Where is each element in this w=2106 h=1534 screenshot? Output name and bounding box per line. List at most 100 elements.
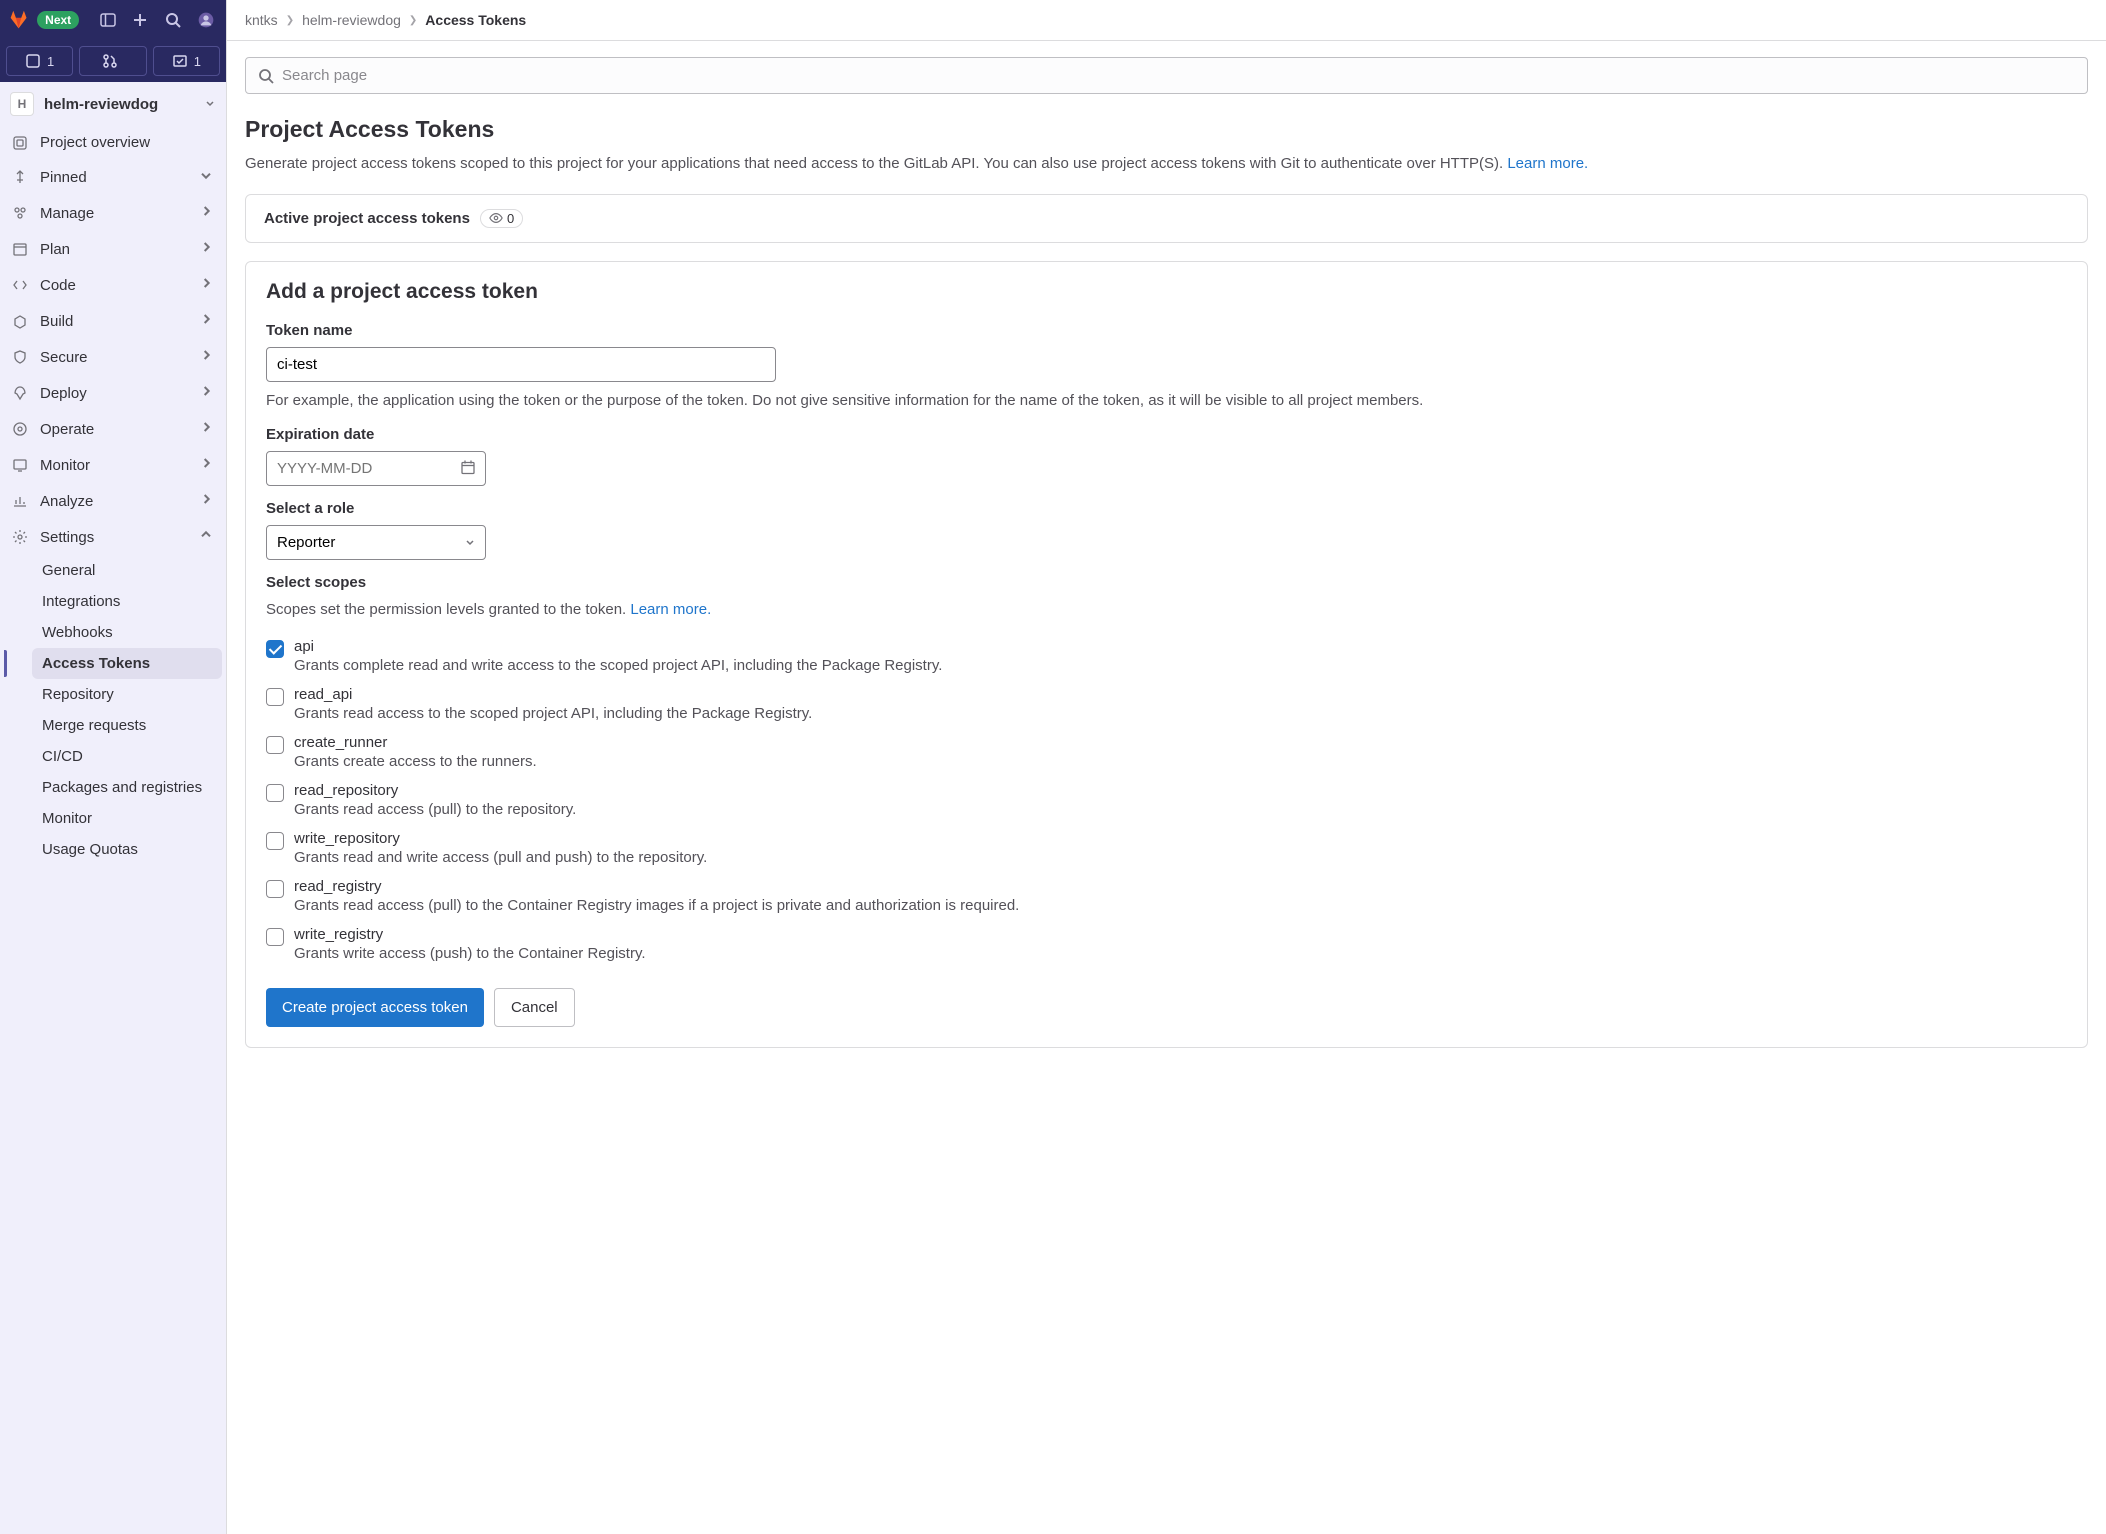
sidebar-item-cicd[interactable]: CI/CD (32, 741, 222, 772)
chevron-right-icon (198, 419, 214, 439)
scope-checkbox[interactable] (266, 880, 284, 898)
sidebar-item-integrations[interactable]: Integrations (32, 586, 222, 617)
sidebar-item-merge-requests[interactable]: Merge requests (32, 710, 222, 741)
chevron-right-icon (198, 491, 214, 511)
sidebar-item-overview[interactable]: Project overview (4, 126, 222, 159)
scope-name: create_runner (294, 734, 537, 751)
calendar-icon[interactable] (460, 459, 476, 478)
issues-count: 1 (47, 54, 54, 69)
breadcrumb-project[interactable]: helm-reviewdog (302, 12, 401, 28)
search-input[interactable] (282, 67, 2075, 84)
todos-counter[interactable]: 1 (153, 46, 220, 76)
scope-description: Grants create access to the runners. (294, 753, 537, 770)
chevron-up-icon (198, 527, 214, 547)
sidebar-item-general[interactable]: General (32, 555, 222, 586)
scope-checkbox[interactable] (266, 784, 284, 802)
role-label: Select a role (266, 500, 2067, 517)
sidebar-item-analyze[interactable]: Analyze (4, 483, 222, 519)
chevron-right-icon: ❯ (409, 15, 417, 26)
scope-checkbox[interactable] (266, 640, 284, 658)
form-title: Add a project access token (266, 280, 2067, 304)
scope-checkbox[interactable] (266, 736, 284, 754)
project-name: helm-reviewdog (44, 96, 194, 113)
scopes-help: Scopes set the permission levels granted… (266, 599, 2067, 622)
chevron-down-icon (198, 167, 214, 187)
expiration-input[interactable] (266, 451, 486, 486)
sidebar: Next 1 1 H helm-reviewdog Project overvi… (0, 0, 227, 1534)
page-title: Project Access Tokens (245, 116, 2088, 143)
active-tokens-count: 0 (507, 211, 514, 226)
sidebar-item-monitor[interactable]: Monitor (4, 447, 222, 483)
active-tokens-panel: Active project access tokens 0 (245, 194, 2088, 243)
gitlab-logo-icon[interactable] (8, 8, 29, 32)
active-tokens-count-chip: 0 (480, 209, 523, 228)
sidebar-item-plan[interactable]: Plan (4, 231, 222, 267)
sidebar-item-operate[interactable]: Operate (4, 411, 222, 447)
scope-name: api (294, 638, 942, 655)
learn-more-link[interactable]: Learn more. (1507, 155, 1588, 172)
sidebar-item-secure[interactable]: Secure (4, 339, 222, 375)
scope-row: write_registry Grants write access (push… (266, 920, 2067, 968)
sidebar-item-label: Settings (40, 529, 186, 546)
scope-name: read_api (294, 686, 812, 703)
sidebar-item-code[interactable]: Code (4, 267, 222, 303)
scope-name: read_repository (294, 782, 576, 799)
scope-description: Grants write access (push) to the Contai… (294, 945, 646, 962)
breadcrumb-current: Access Tokens (425, 12, 526, 28)
sidebar-item-manage[interactable]: Manage (4, 195, 222, 231)
breadcrumb: kntks ❯ helm-reviewdog ❯ Access Tokens (227, 0, 2106, 41)
sidebar-item-settings[interactable]: Settings (4, 519, 222, 555)
plus-icon[interactable] (128, 6, 153, 34)
chevron-right-icon (198, 347, 214, 367)
create-token-button[interactable]: Create project access token (266, 988, 484, 1027)
sidebar-item-repository[interactable]: Repository (32, 679, 222, 710)
cancel-button[interactable]: Cancel (494, 988, 575, 1027)
mr-counter[interactable] (79, 46, 146, 76)
scope-name: write_registry (294, 926, 646, 943)
scope-checkbox[interactable] (266, 688, 284, 706)
role-select[interactable]: Reporter (266, 525, 486, 560)
scope-checkbox[interactable] (266, 832, 284, 850)
scope-row: read_api Grants read access to the scope… (266, 680, 2067, 728)
sidebar-item-pinned[interactable]: Pinned (4, 159, 222, 195)
token-name-label: Token name (266, 322, 2067, 339)
eye-icon (489, 211, 503, 225)
sidebar-item-label: Code (40, 277, 186, 294)
scope-row: api Grants complete read and write acces… (266, 632, 2067, 680)
project-avatar: H (10, 92, 34, 116)
issues-counter[interactable]: 1 (6, 46, 73, 76)
nav: Project overview Pinned Manage Plan Code… (0, 126, 226, 865)
avatar-icon[interactable] (193, 6, 218, 34)
active-tokens-header[interactable]: Active project access tokens 0 (246, 195, 2087, 242)
page-search[interactable] (245, 57, 2088, 94)
sidebar-item-deploy[interactable]: Deploy (4, 375, 222, 411)
active-tokens-title: Active project access tokens (264, 210, 470, 227)
sidebar-item-label: Secure (40, 349, 186, 366)
scope-description: Grants read access (pull) to the reposit… (294, 801, 576, 818)
token-name-input[interactable] (266, 347, 776, 382)
scope-description: Grants read access to the scoped project… (294, 705, 812, 722)
sidebar-toggle-icon[interactable] (95, 6, 120, 34)
todos-count: 1 (194, 54, 201, 69)
sidebar-item-access-tokens[interactable]: Access Tokens (32, 648, 222, 679)
scopes-learn-more-link[interactable]: Learn more. (630, 601, 711, 618)
scope-description: Grants read access (pull) to the Contain… (294, 897, 1019, 914)
scope-checkbox[interactable] (266, 928, 284, 946)
project-header[interactable]: H helm-reviewdog (0, 82, 226, 126)
sidebar-item-usage-quotas[interactable]: Usage Quotas (32, 834, 222, 865)
search-icon[interactable] (161, 6, 186, 34)
search-icon (258, 68, 274, 84)
sidebar-item-webhooks[interactable]: Webhooks (32, 617, 222, 648)
scope-description: Grants complete read and write access to… (294, 657, 942, 674)
scope-row: create_runner Grants create access to th… (266, 728, 2067, 776)
topbar: Next (0, 0, 226, 40)
scope-row: read_repository Grants read access (pull… (266, 776, 2067, 824)
sidebar-item-packages[interactable]: Packages and registries (32, 772, 222, 803)
chevron-right-icon (198, 275, 214, 295)
sidebar-item-label: Build (40, 313, 186, 330)
scopes-list: api Grants complete read and write acces… (266, 632, 2067, 968)
breadcrumb-root[interactable]: kntks (245, 12, 278, 28)
next-badge: Next (37, 11, 79, 29)
sidebar-item-monitor-settings[interactable]: Monitor (32, 803, 222, 834)
sidebar-item-build[interactable]: Build (4, 303, 222, 339)
